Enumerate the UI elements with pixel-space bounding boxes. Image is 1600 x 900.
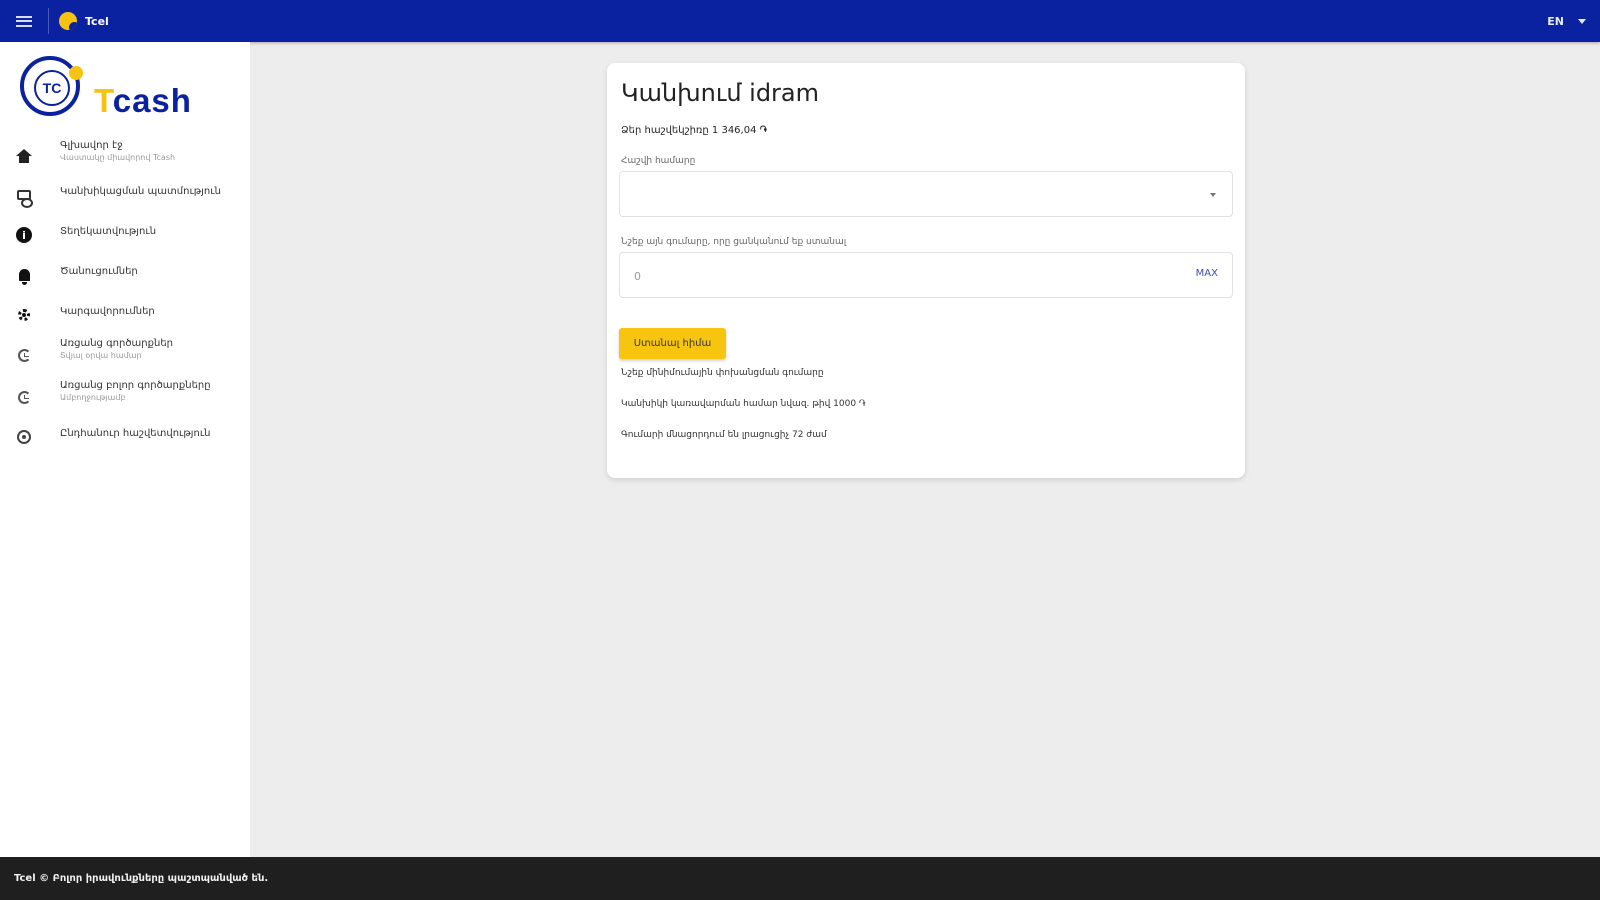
sidebar-item-label: Առցանց գործարքներ bbox=[60, 338, 174, 349]
sidebar-item-label: Ծանուցումներ bbox=[60, 266, 138, 277]
account-label: Հաշվի համարը bbox=[621, 156, 696, 166]
sidebar-item-label: Գլխավոր էջ bbox=[60, 140, 123, 151]
sidebar-item-label: Տեղեկատվություն bbox=[60, 226, 157, 237]
amount-field: MAX bbox=[619, 252, 1233, 298]
chevron-down-icon bbox=[1578, 18, 1586, 24]
sidebar-item-settings[interactable]: Կարգավորումներ bbox=[0, 300, 250, 334]
logo-wordmark: Tcash bbox=[94, 82, 192, 120]
hamburger-icon bbox=[16, 15, 32, 27]
top-app-bar: Tcel EN bbox=[0, 0, 1600, 42]
page-title: Կանխում idram bbox=[621, 79, 820, 107]
withdraw-now-button[interactable]: Ստանալ հիմա bbox=[619, 328, 726, 359]
sidebar-item-sublabel: Վաստակը միավորով Tcash bbox=[60, 153, 176, 162]
info-icon: i bbox=[15, 226, 33, 244]
bell-icon bbox=[15, 266, 33, 285]
app-brand[interactable]: Tcel bbox=[59, 12, 109, 30]
sidebar-item-label: Կարգավորումներ bbox=[60, 306, 155, 317]
amount-input[interactable] bbox=[632, 265, 1156, 287]
menu-icon[interactable] bbox=[0, 0, 48, 42]
sidebar-item-cashout-history[interactable]: Կանխիկացման պատմություն bbox=[0, 180, 250, 214]
info-note: Գումարի մնացորդում են լրացուցիչ 72 ժամ bbox=[621, 430, 827, 440]
info-note: Նշեք մինիմումային փոխանցման գումարը bbox=[621, 368, 824, 378]
sidebar-item-label: Առցանց բոլոր գործարքները bbox=[60, 380, 211, 391]
logo-letters: TC bbox=[34, 70, 70, 106]
sidebar-item-sublabel: Տվյալ օրվա համար bbox=[60, 351, 142, 360]
gear-icon bbox=[15, 306, 33, 324]
sidebar-item-general-report[interactable]: Ընդհանուր հաշվետվություն bbox=[0, 422, 250, 456]
history-icon bbox=[15, 388, 33, 406]
sidebar-item-online-transactions[interactable]: Առցանց գործարքներ Տվյալ օրվա համար bbox=[0, 338, 250, 372]
withdraw-card: Կանխում idram Ձեր հաշվեկշիռը 1 346,04 ֏ … bbox=[607, 63, 1245, 478]
history-icon bbox=[15, 346, 33, 364]
sidebar-item-info[interactable]: i Տեղեկատվություն bbox=[0, 220, 250, 254]
logo-wordmark-t: T bbox=[94, 82, 113, 119]
language-selector[interactable]: EN bbox=[1547, 0, 1586, 42]
logo-accent bbox=[69, 66, 83, 80]
brand-logo-icon bbox=[59, 12, 77, 30]
sidebar-item-label: Կանխիկացման պատմություն bbox=[60, 186, 221, 197]
account-select[interactable] bbox=[619, 171, 1233, 217]
logo-wordmark-rest: cash bbox=[112, 82, 192, 119]
topbar-divider bbox=[48, 8, 49, 34]
amount-label: Նշեք այն գումարը, որը ցանկանում եք ստանա… bbox=[621, 237, 847, 247]
sidebar-item-label: Ընդհանուր հաշվետվություն bbox=[60, 428, 211, 439]
info-note: Կանխիկի կառավարման համար նվազ. թիվ 1000 … bbox=[621, 399, 866, 409]
logo-mark-icon: TC bbox=[20, 56, 83, 116]
footer-copyright: Tcel © Բոլոր իրավունքները պաշտպանված են. bbox=[14, 873, 269, 884]
sidebar-item-home[interactable]: Գլխավոր էջ Վաստակը միավորով Tcash bbox=[0, 140, 250, 174]
app-name: Tcel bbox=[85, 14, 109, 28]
home-icon bbox=[15, 146, 33, 164]
balance-text: Ձեր հաշվեկշիռը 1 346,04 ֏ bbox=[621, 125, 767, 136]
max-button[interactable]: MAX bbox=[1196, 268, 1218, 279]
tcash-logo[interactable]: TC Tcash bbox=[20, 56, 240, 126]
sidebar-item-all-online-transactions[interactable]: Առցանց բոլոր գործարքները Ամբողջությամբ bbox=[0, 380, 250, 414]
sidebar-item-notifications[interactable]: Ծանուցումներ bbox=[0, 260, 250, 294]
footer: Tcel © Բոլոր իրավունքները պաշտպանված են. bbox=[0, 857, 1600, 900]
language-label: EN bbox=[1547, 14, 1564, 28]
chevron-down-icon bbox=[1210, 193, 1216, 197]
money-icon bbox=[15, 186, 33, 208]
sidebar-item-sublabel: Ամբողջությամբ bbox=[60, 393, 126, 402]
target-icon bbox=[15, 428, 33, 446]
sidebar: TC Tcash Գլխավոր էջ Վաստակը միավորով Tca… bbox=[0, 42, 250, 857]
